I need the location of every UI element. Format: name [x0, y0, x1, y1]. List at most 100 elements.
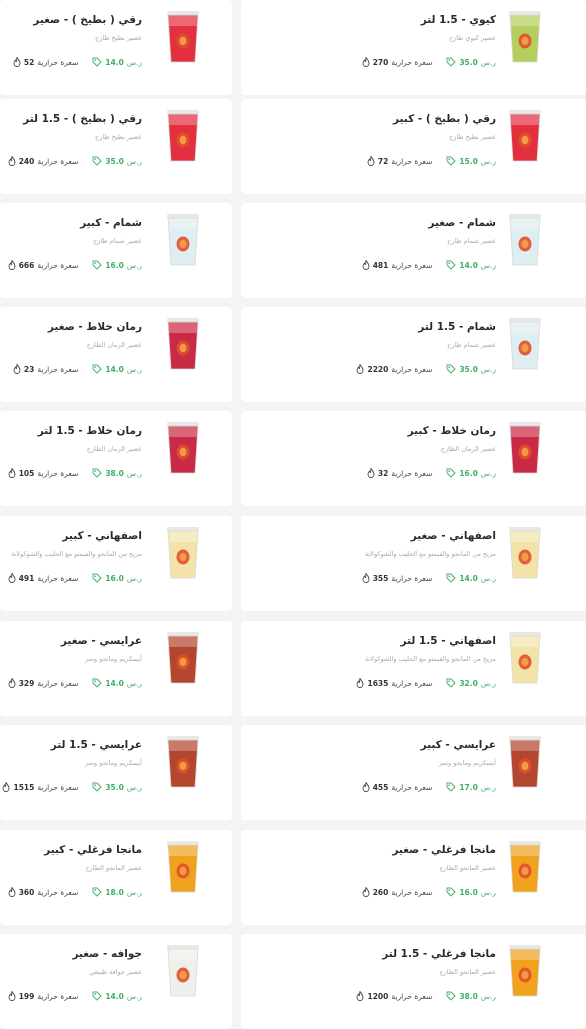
menu-item-card[interactable]: شمام - 1.5 لتر عصير شمام طازج سعرة حراري…	[241, 307, 586, 402]
flame-icon	[356, 363, 364, 374]
item-meta: سعرة حرارية 1635 ر.س 32.0	[356, 677, 496, 689]
calories-value: 240	[18, 156, 35, 166]
price-tag-icon	[446, 573, 456, 583]
item-title: مانجا فرغلي - صغير	[392, 844, 496, 856]
item-title: عرايسي - صغير	[60, 635, 142, 647]
calories: سعرة حرارية 2220	[356, 363, 432, 374]
price-tag-icon	[92, 364, 102, 374]
menu-item-card[interactable]: عرايسي - صغير أيسكريم ومانجو وتمر سعرة ح…	[0, 621, 232, 716]
menu-item-card[interactable]: اصفهاني - 1.5 لتر مزيج من المانجو والفيم…	[241, 621, 586, 716]
calories-value: 105	[18, 468, 35, 478]
menu-item-card[interactable]: جوافه - صغير عصير جوافة طبيعي سعرة حراري…	[0, 934, 232, 1029]
price-tag-icon	[446, 678, 456, 688]
menu-item-card[interactable]: رقي ( بطيخ ) - صغير عصير بطيخ طازج سعرة …	[0, 0, 232, 95]
flame-icon	[356, 990, 364, 1001]
price-value: 35.0	[105, 156, 124, 166]
menu-item-card[interactable]: رقي ( بطيخ ) - كبير عصير بطيخ طازج سعرة …	[241, 99, 586, 194]
calories: سعرة حرارية 491	[8, 572, 79, 583]
calories-value: 491	[18, 573, 35, 583]
calories-unit: سعرة حرارية	[37, 991, 79, 1001]
calories: سعرة حرارية 481	[362, 259, 432, 270]
calories-value: 1515	[13, 782, 35, 792]
currency-label: ر.س	[480, 260, 496, 270]
item-title: مانجا فرغلي - 1.5 لتر	[382, 948, 496, 960]
price-value: 35.0	[459, 364, 478, 374]
item-description: عصير بطيخ طازج	[449, 133, 496, 141]
item-title: شمام - كبير	[80, 217, 142, 229]
currency-label: ر.س	[126, 573, 142, 583]
price: ر.س 35.0	[446, 57, 496, 67]
calories-unit: سعرة حرارية	[37, 57, 79, 67]
flame-icon	[13, 363, 21, 374]
drink-cup-image	[164, 214, 202, 266]
calories: سعرة حرارية 1515	[2, 781, 78, 792]
calories-unit: سعرة حرارية	[391, 156, 433, 166]
menu-item-card[interactable]: اصفهاني - صغير مزيج من المانجو والفيمتو …	[241, 516, 586, 611]
price-value: 16.0	[105, 260, 124, 270]
calories-unit: سعرة حرارية	[391, 887, 433, 897]
menu-item-card[interactable]: كيوي - 1.5 لتر عصير كيوي طازج سعرة حراري…	[241, 0, 586, 95]
item-title: مانجا فرغلي - كبير	[44, 844, 142, 856]
menu-item-card[interactable]: عرايسي - 1.5 لتر أيسكريم ومانجو وتمر سعر…	[0, 725, 232, 820]
menu-item-card[interactable]: شمام - كبير عصير شمام طازج سعرة حرارية 6…	[0, 203, 232, 298]
menu-item-card[interactable]: اصفهاني - كبير مزيج من المانجو والفيمتو …	[0, 516, 232, 611]
menu-item-card[interactable]: مانجا فرغلي - 1.5 لتر عصير المانجو الطاز…	[241, 934, 586, 1029]
calories: سعرة حرارية 329	[8, 677, 78, 688]
calories: سعرة حرارية 666	[8, 259, 79, 270]
menu-item-card[interactable]: رمان خلاط - صغير عصير الرمان الطازج سعرة…	[0, 307, 232, 402]
drink-cup-image	[164, 318, 202, 370]
item-meta: سعرة حرارية 360 ر.س 18.0	[8, 886, 142, 898]
menu-item-card[interactable]: مانجا فرغلي - كبير عصير المانجو الطازج س…	[0, 830, 232, 925]
calories-value: 666	[18, 260, 35, 270]
drink-cup-image	[164, 736, 202, 788]
currency-label: ر.س	[480, 887, 496, 897]
price: ر.س 38.0	[92, 468, 142, 478]
drink-cup-image	[164, 11, 202, 63]
currency-label: ر.س	[126, 678, 142, 688]
currency-label: ر.س	[480, 678, 496, 688]
item-title: شمام - 1.5 لتر	[418, 321, 496, 333]
drink-cup-image	[506, 214, 544, 266]
price-tag-icon	[92, 468, 102, 478]
item-meta: سعرة حرارية 329 ر.س 14.0	[8, 677, 142, 689]
item-title: رمان خلاط - كبير	[407, 425, 496, 437]
item-title: جوافه - صغير	[72, 948, 142, 960]
item-description: عصير بطيخ طازج	[95, 133, 142, 141]
calories: سعرة حرارية 1200	[356, 990, 432, 1001]
price-tag-icon	[92, 782, 102, 792]
calories-unit: سعرة حرارية	[37, 260, 79, 270]
calories: سعرة حرارية 52	[13, 56, 79, 67]
flame-icon	[362, 56, 370, 67]
price-tag-icon	[446, 782, 456, 792]
menu-item-card[interactable]: رمان خلاط - كبير عصير الرمان الطازج سعرة…	[241, 411, 586, 506]
menu-item-card[interactable]: رمان خلاط - 1.5 لتر عصير الرمان الطازج س…	[0, 411, 232, 506]
price: ر.س 17.0	[446, 782, 496, 792]
flame-icon	[8, 886, 16, 897]
calories: سعرة حرارية 32	[367, 467, 432, 478]
calories-unit: سعرة حرارية	[391, 782, 433, 792]
menu-item-card[interactable]: رقي ( بطيخ ) - 1.5 لتر عصير بطيخ طازج سع…	[0, 99, 232, 194]
item-description: عصير بطيخ طازج	[95, 34, 142, 42]
currency-label: ر.س	[480, 57, 496, 67]
price-value: 14.0	[105, 991, 124, 1001]
item-meta: سعرة حرارية 32 ر.س 16.0	[367, 467, 496, 479]
price-tag-icon	[446, 887, 456, 897]
calories-unit: سعرة حرارية	[37, 573, 79, 583]
item-description: عصير شمام طازج	[93, 237, 142, 245]
menu-item-card[interactable]: عرايسي - كبير أيسكريم ومانجو وتمر سعرة ح…	[241, 725, 586, 820]
calories-value: 199	[18, 991, 35, 1001]
menu-item-card[interactable]: شمام - صغير عصير شمام طازج سعرة حرارية 4…	[241, 203, 586, 298]
drink-cup-image	[506, 841, 544, 893]
currency-label: ر.س	[126, 887, 142, 897]
drink-cup-image	[506, 632, 544, 684]
price-value: 14.0	[459, 260, 478, 270]
currency-label: ر.س	[126, 782, 142, 792]
calories: سعرة حرارية 199	[8, 990, 79, 1001]
item-description: عصير المانجو الطازج	[439, 864, 496, 872]
calories-value: 2220	[367, 364, 389, 374]
price: ر.س 15.0	[446, 156, 496, 166]
flame-icon	[362, 259, 370, 270]
flame-icon	[8, 155, 16, 166]
menu-item-card[interactable]: مانجا فرغلي - صغير عصير المانجو الطازج س…	[241, 830, 586, 925]
calories-value: 52	[23, 57, 35, 67]
